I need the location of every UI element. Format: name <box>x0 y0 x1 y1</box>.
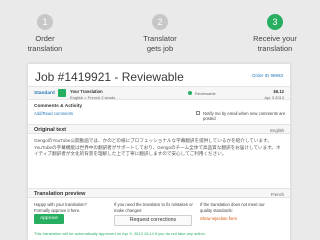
original-heading: Original text <box>34 126 67 133</box>
add-comments-link[interactable]: Add/Read comments <box>34 111 73 116</box>
step-label-line2: translation <box>27 44 63 53</box>
step-number: 2 <box>152 14 168 30</box>
notify-checkbox[interactable] <box>196 111 200 115</box>
step-translator: 2 Translator gets job <box>115 14 205 54</box>
request-corrections-button[interactable]: Request corrections <box>114 215 192 226</box>
job-title: Job #1419921 - Reviewable <box>35 70 184 84</box>
original-text-body: GengoのYouTube公開動画では、かのどの様にプロフェッショナルな字幕翻訳… <box>34 138 281 157</box>
price: $6.12 <box>273 89 284 94</box>
preview-heading: Translation preview <box>34 190 86 197</box>
rejection-link[interactable]: Show rejection form <box>200 216 237 221</box>
step-number: 3 <box>267 14 283 30</box>
comments-heading: Comments & Activity <box>34 104 83 109</box>
step-receive: 3 Receive your translation <box>230 14 320 54</box>
job-info-row: Standard Your Translation English > Fren… <box>28 86 290 100</box>
step-label-line1: Receive your <box>253 34 297 43</box>
step-label-line1: Order <box>35 34 55 43</box>
original-text-header: Original text English <box>28 124 290 134</box>
step-label-line1: Translator <box>143 34 177 43</box>
order-link[interactable]: Order ID 98993 <box>252 73 283 78</box>
translation-title: Your Translation <box>70 89 103 94</box>
auto-approve-note: This translation will be automatically a… <box>34 231 206 236</box>
approve-text: Happy with your translation? Formally ap… <box>34 202 87 213</box>
corrections-text: If you need the translator to fix mistak… <box>114 202 193 213</box>
step-label-line2: translation <box>257 44 293 53</box>
original-language: English <box>270 127 284 133</box>
tier-label: Standard <box>34 91 55 96</box>
date: Apr 3 2013 <box>264 94 284 100</box>
step-number: 1 <box>37 14 53 30</box>
notify-label: Notify me by email when new comments are… <box>203 111 286 121</box>
reject-text: If the translation does not meet our qua… <box>200 202 265 213</box>
preview-language: French <box>270 191 284 197</box>
status-label: Reviewable <box>195 91 216 96</box>
approve-button[interactable]: Approve <box>34 214 64 224</box>
language-pair: English > French 2 words <box>70 94 116 100</box>
job-card: Job #1419921 - Reviewable Order ID 98993… <box>28 64 290 240</box>
preview-header: Translation preview French <box>28 188 290 198</box>
step-label-line2: gets job <box>146 44 174 53</box>
status-dot-icon <box>188 91 192 95</box>
progress-steps: 1 Order translation 2 Translator gets jo… <box>0 0 320 62</box>
step-order: 1 Order translation <box>0 14 90 54</box>
translation-icon <box>58 89 66 97</box>
